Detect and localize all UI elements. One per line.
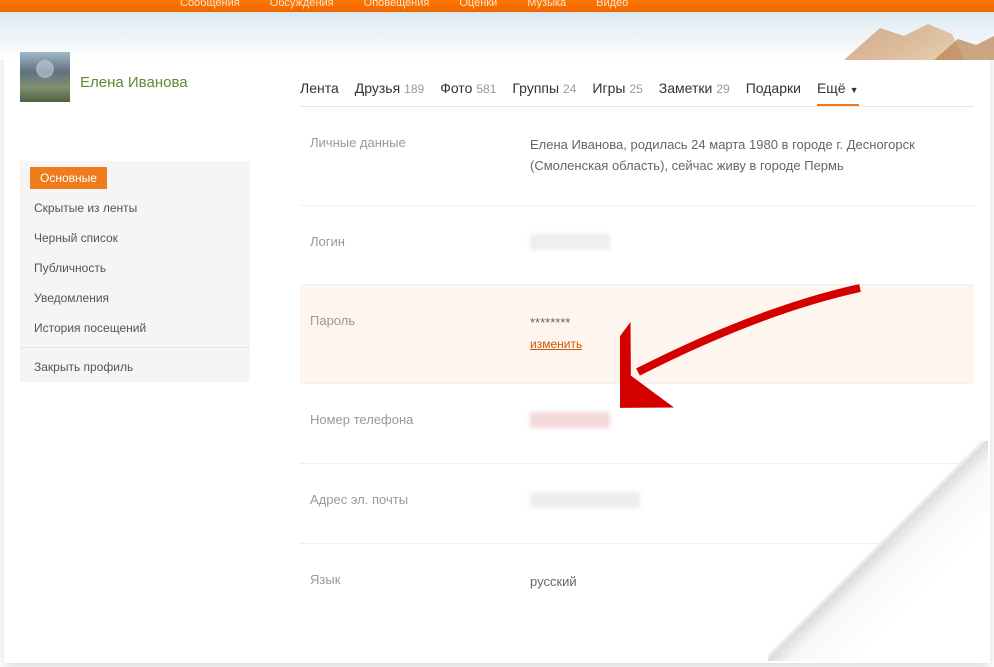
- top-nav-item[interactable]: Оповещения: [364, 0, 430, 9]
- setting-label: Номер телефона: [310, 412, 530, 435]
- profile-name-link[interactable]: Елена Иванова: [80, 74, 250, 91]
- sidebar-item-notifications[interactable]: Уведомления: [20, 283, 250, 313]
- redacted-phone: [530, 412, 610, 428]
- tab-photos[interactable]: Фото581: [440, 80, 496, 96]
- settings-side-nav: Основные Скрытые из ленты Черный список …: [20, 161, 250, 382]
- tab-gifts[interactable]: Подарки: [746, 80, 801, 96]
- setting-personal-data[interactable]: Личные данные Елена Иванова, родилась 24…: [300, 107, 974, 206]
- setting-language[interactable]: Язык русский: [300, 544, 974, 621]
- password-masked: ********: [530, 313, 964, 334]
- avatar[interactable]: [20, 52, 70, 102]
- setting-login[interactable]: Логин: [300, 206, 974, 286]
- top-nav-item[interactable]: Оценки: [459, 0, 497, 9]
- winter-banner: [0, 12, 994, 60]
- top-orange-bar: Сообщения Обсуждения Оповещения Оценки М…: [0, 0, 994, 12]
- setting-value: ******** изменить: [530, 313, 964, 355]
- setting-label: Логин: [310, 234, 530, 257]
- tab-games[interactable]: Игры25: [592, 80, 642, 96]
- profile-tabs: Лента Друзья189 Фото581 Группы24 Игры25 …: [300, 80, 974, 107]
- sidebar-item-visit-history[interactable]: История посещений: [20, 313, 250, 343]
- tab-friends[interactable]: Друзья189: [355, 80, 424, 96]
- top-nav-item[interactable]: Музыка: [527, 0, 566, 9]
- top-nav-item[interactable]: Видео: [596, 0, 628, 9]
- setting-value: [530, 412, 964, 435]
- top-nav-item[interactable]: Обсуждения: [270, 0, 334, 9]
- setting-value: Елена Иванова, родилась 24 марта 1980 в …: [530, 135, 964, 177]
- redacted-email: [530, 492, 640, 508]
- setting-value: русский: [530, 572, 964, 593]
- tab-more[interactable]: Ещё: [817, 80, 859, 106]
- setting-email[interactable]: Адрес эл. почты: [300, 464, 974, 544]
- tab-feed[interactable]: Лента: [300, 80, 339, 96]
- redacted-login: [530, 234, 610, 250]
- setting-label: Пароль: [310, 313, 530, 355]
- sidebar-item-close-profile[interactable]: Закрыть профиль: [20, 352, 250, 382]
- top-nav: Сообщения Обсуждения Оповещения Оценки М…: [180, 0, 628, 9]
- top-nav-item[interactable]: Сообщения: [180, 0, 240, 9]
- sidebar-item-publicity[interactable]: Публичность: [20, 253, 250, 283]
- tab-notes[interactable]: Заметки29: [659, 80, 730, 96]
- sidebar-item-hidden-feed[interactable]: Скрытые из ленты: [20, 193, 250, 223]
- setting-value: [530, 234, 964, 257]
- setting-phone[interactable]: Номер телефона: [300, 384, 974, 464]
- tab-groups[interactable]: Группы24: [512, 80, 576, 96]
- sidebar-item-main[interactable]: Основные: [30, 167, 107, 189]
- setting-label: Личные данные: [310, 135, 530, 177]
- setting-label: Адрес эл. почты: [310, 492, 530, 515]
- setting-label: Язык: [310, 572, 530, 593]
- setting-password[interactable]: Пароль ******** изменить: [300, 285, 974, 384]
- sidebar-item-blacklist[interactable]: Черный список: [20, 223, 250, 253]
- setting-value: [530, 492, 964, 515]
- change-password-link[interactable]: изменить: [530, 337, 582, 351]
